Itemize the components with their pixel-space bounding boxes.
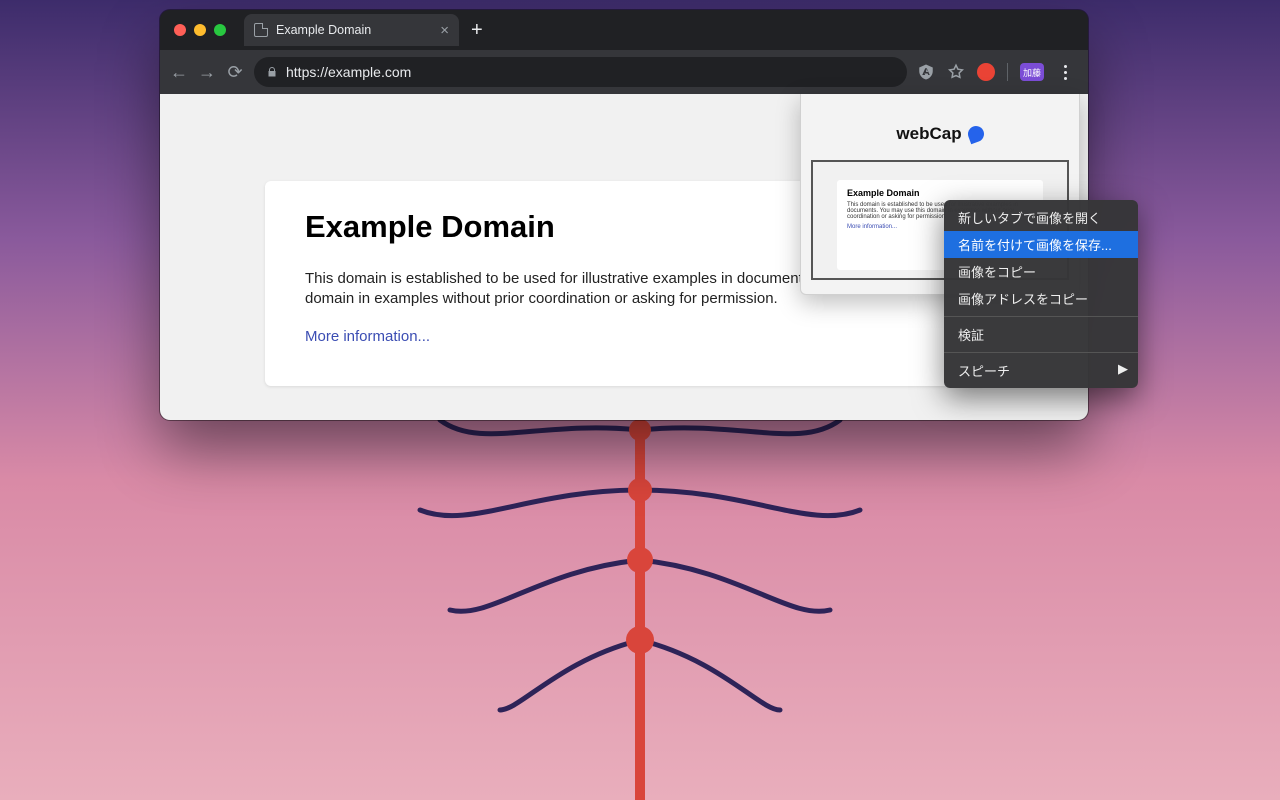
bookmark-star-icon[interactable] (947, 63, 965, 81)
close-window-button[interactable] (174, 24, 186, 36)
titlebar: Example Domain × + (160, 10, 1088, 50)
ctx-open-image-new-tab[interactable]: 新しいタブで画像を開く (944, 204, 1138, 231)
address-bar[interactable]: https://example.com (254, 57, 907, 87)
page-icon (254, 23, 268, 37)
kebab-menu-icon[interactable] (1056, 63, 1074, 81)
close-tab-button[interactable]: × (440, 23, 449, 38)
minimize-window-button[interactable] (194, 24, 206, 36)
ctx-inspect[interactable]: 検証 (944, 321, 1138, 348)
ctx-separator (944, 352, 1138, 353)
url-text: https://example.com (286, 64, 411, 80)
webcap-logo-icon (965, 124, 986, 145)
translate-icon[interactable] (917, 63, 935, 81)
zoom-window-button[interactable] (214, 24, 226, 36)
toolbar: ← → ⟳ https://example.com 加藤 (160, 50, 1088, 94)
ctx-speech-label: スピーチ (958, 364, 1010, 379)
back-button[interactable]: ← (170, 63, 188, 81)
popup-title: webCap (811, 124, 1069, 144)
context-menu: 新しいタブで画像を開く 名前を付けて画像を保存... 画像をコピー 画像アドレス… (944, 200, 1138, 388)
ctx-copy-image-address[interactable]: 画像アドレスをコピー (944, 285, 1138, 312)
ctx-separator (944, 316, 1138, 317)
desktop-wallpaper: Example Domain × + ← → ⟳ https://example… (0, 0, 1280, 800)
tab-title: Example Domain (276, 23, 371, 37)
window-controls (168, 24, 234, 36)
submenu-arrow-icon: ▶ (1118, 361, 1128, 377)
toolbar-right: 加藤 (917, 63, 1078, 81)
reload-button[interactable]: ⟳ (226, 63, 244, 81)
forward-button[interactable]: → (198, 63, 216, 81)
extension-icon[interactable] (977, 63, 995, 81)
ctx-copy-image[interactable]: 画像をコピー (944, 258, 1138, 285)
profile-avatar[interactable]: 加藤 (1020, 63, 1044, 81)
ctx-speech[interactable]: スピーチ ▶ (944, 357, 1138, 384)
separator (1007, 63, 1008, 81)
popup-title-text: webCap (896, 124, 961, 144)
new-tab-button[interactable]: + (471, 20, 483, 40)
browser-tab[interactable]: Example Domain × (244, 14, 459, 46)
lock-icon (266, 66, 278, 78)
ctx-save-image-as[interactable]: 名前を付けて画像を保存... (944, 231, 1138, 258)
thumb-heading: Example Domain (847, 188, 1033, 198)
more-info-link[interactable]: More information... (305, 328, 430, 345)
